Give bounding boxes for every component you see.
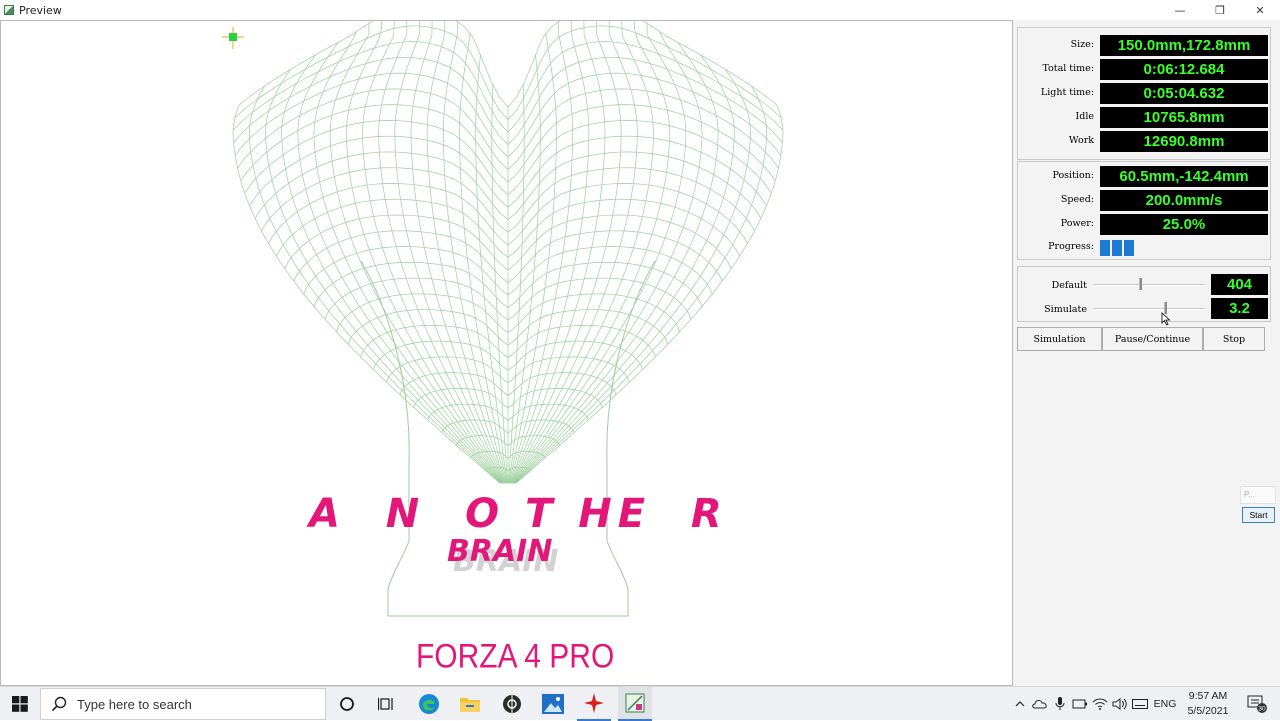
notification-count: 30 — [1258, 706, 1266, 713]
text-another: A N O T HE R — [306, 491, 728, 537]
mesh-line — [514, 54, 735, 484]
title-bar: Preview — ❐ ✕ — [0, 0, 1280, 20]
task-view-icon[interactable] — [370, 687, 404, 721]
text-brain: BRAIN — [447, 534, 552, 569]
battery-icon[interactable] — [1071, 687, 1089, 721]
keyboard-icon[interactable] — [1131, 687, 1149, 721]
design-preview: A N O T HE R BRAIN BRAIN FORZA 4 PRO — [222, 21, 784, 675]
position-value: 60.5mm,-142.4mm — [1100, 166, 1268, 187]
progress-block — [1112, 240, 1122, 256]
power-row: Power: 25.0% — [1018, 214, 1272, 236]
pause-continue-button[interactable]: Pause/Continue — [1102, 327, 1203, 351]
simulate-value: 3.2 — [1211, 298, 1268, 319]
info-panel: Size: 150.0mm,172.8mm Total time: 0:06:1… — [1013, 20, 1280, 686]
default-slider-row: Default 404 — [1018, 274, 1272, 296]
total-time-label: Total time: — [1042, 63, 1094, 74]
tray-chevron-up-icon[interactable] — [1012, 687, 1028, 721]
text-brand: FORZA 4 PRO — [416, 636, 614, 674]
restore-button[interactable]: ❐ — [1200, 0, 1240, 20]
window-controls: — ❐ ✕ — [1160, 0, 1280, 20]
volume-icon[interactable] — [1111, 687, 1129, 721]
simulate-label: Simulate — [1044, 304, 1087, 315]
total-time-row: Total time: 0:06:12.684 — [1018, 59, 1272, 81]
default-slider-thumb[interactable] — [1139, 278, 1143, 290]
power-label: Power: — [1060, 218, 1094, 229]
default-value: 404 — [1211, 274, 1268, 295]
clock[interactable]: 9:57 AM 5/5/2021 — [1180, 689, 1236, 719]
light-time-value: 0:05:04.632 — [1100, 83, 1268, 104]
minimize-button[interactable]: — — [1160, 0, 1200, 20]
preview-canvas[interactable]: A N O T HE R BRAIN BRAIN FORZA 4 PRO — [0, 20, 1013, 686]
speed-row: Speed: 200.0mm/s — [1018, 190, 1272, 212]
stop-button[interactable]: Stop — [1203, 327, 1265, 351]
wifi-icon[interactable] — [1091, 687, 1109, 721]
laser-app-icon[interactable] — [577, 687, 611, 721]
size-row: Size: 150.0mm,172.8mm — [1018, 35, 1272, 57]
progress-row: Progress: — [1018, 237, 1272, 259]
mesh-line — [394, 21, 505, 484]
mesh-line — [281, 54, 502, 484]
search-icon — [51, 696, 67, 712]
app-icon — [4, 5, 14, 15]
light-time-label: Light time: — [1040, 87, 1094, 98]
file-explorer-icon[interactable] — [453, 687, 487, 721]
idle-label: Idle — [1075, 111, 1095, 122]
slider-group: Default 404 Simulate 3.2 — [1017, 266, 1271, 322]
idle-row: Idle 10765.8mm — [1018, 107, 1272, 129]
speed-value: 200.0mm/s — [1100, 190, 1268, 211]
widget-caption: P... — [1240, 486, 1276, 504]
app-dark-icon[interactable] — [495, 687, 529, 721]
size-label: Size: — [1070, 39, 1094, 50]
edge-icon[interactable] — [412, 687, 446, 721]
floating-widget: P... Start — [1240, 486, 1276, 526]
mesh-line — [514, 69, 751, 484]
idle-value: 10765.8mm — [1100, 107, 1268, 128]
position-label: Position: — [1052, 170, 1094, 181]
windows-start-icon[interactable] — [0, 687, 40, 721]
onedrive-icon[interactable] — [1031, 687, 1049, 721]
position-row: Position: 60.5mm,-142.4mm — [1018, 166, 1272, 188]
language-text: ENG — [1153, 698, 1177, 710]
simulate-slider-track[interactable] — [1093, 308, 1205, 310]
work-label: Work — [1068, 135, 1094, 146]
taskbar-search[interactable]: Type here to search — [40, 688, 326, 720]
cortana-icon[interactable] — [330, 687, 364, 721]
laser-cursor-icon — [222, 27, 244, 49]
taskbar: Type here to search ENG 9:57 AM 5/5/2021… — [0, 686, 1280, 721]
microphone-icon[interactable] — [1051, 687, 1069, 721]
progress-bar — [1100, 240, 1140, 256]
close-button[interactable]: ✕ — [1240, 0, 1280, 20]
speed-label: Speed: — [1060, 194, 1094, 205]
search-placeholder: Type here to search — [77, 696, 192, 712]
mesh-line — [511, 21, 622, 484]
notification-icon[interactable]: 30 — [1240, 687, 1274, 721]
work-row: Work 12690.8mm — [1018, 131, 1272, 153]
light-time-row: Light time: 0:05:04.632 — [1018, 83, 1272, 105]
preview-app-icon[interactable] — [618, 687, 652, 721]
stats-group: Size: 150.0mm,172.8mm Total time: 0:06:1… — [1017, 27, 1271, 160]
power-value: 25.0% — [1100, 214, 1268, 235]
window-title: Preview — [19, 3, 62, 17]
language-indicator[interactable]: ENG — [1150, 687, 1180, 721]
heart-mesh — [232, 21, 784, 484]
simulate-slider-row: Simulate 3.2 — [1018, 298, 1272, 320]
clock-time: 9:57 AM — [1188, 690, 1228, 702]
progress-block — [1124, 240, 1134, 256]
photos-icon[interactable] — [536, 687, 570, 721]
progress-label: Progress: — [1048, 241, 1094, 252]
simulation-button[interactable]: Simulation — [1017, 327, 1102, 351]
mesh-line — [265, 69, 502, 484]
default-label: Default — [1051, 280, 1087, 291]
mouse-pointer-icon — [1161, 312, 1171, 326]
control-buttons: Simulation Pause/Continue Stop — [1017, 327, 1271, 351]
progress-block — [1100, 240, 1110, 256]
status-group: Position: 60.5mm,-142.4mm Speed: 200.0mm… — [1017, 161, 1271, 260]
mesh-line — [238, 21, 778, 108]
default-slider-track[interactable] — [1093, 284, 1205, 286]
work-value: 12690.8mm — [1100, 131, 1268, 152]
total-time-value: 0:06:12.684 — [1100, 59, 1268, 80]
clock-date: 5/5/2021 — [1187, 705, 1229, 717]
size-value: 150.0mm,172.8mm — [1100, 35, 1268, 56]
start-button[interactable]: Start — [1242, 507, 1275, 523]
